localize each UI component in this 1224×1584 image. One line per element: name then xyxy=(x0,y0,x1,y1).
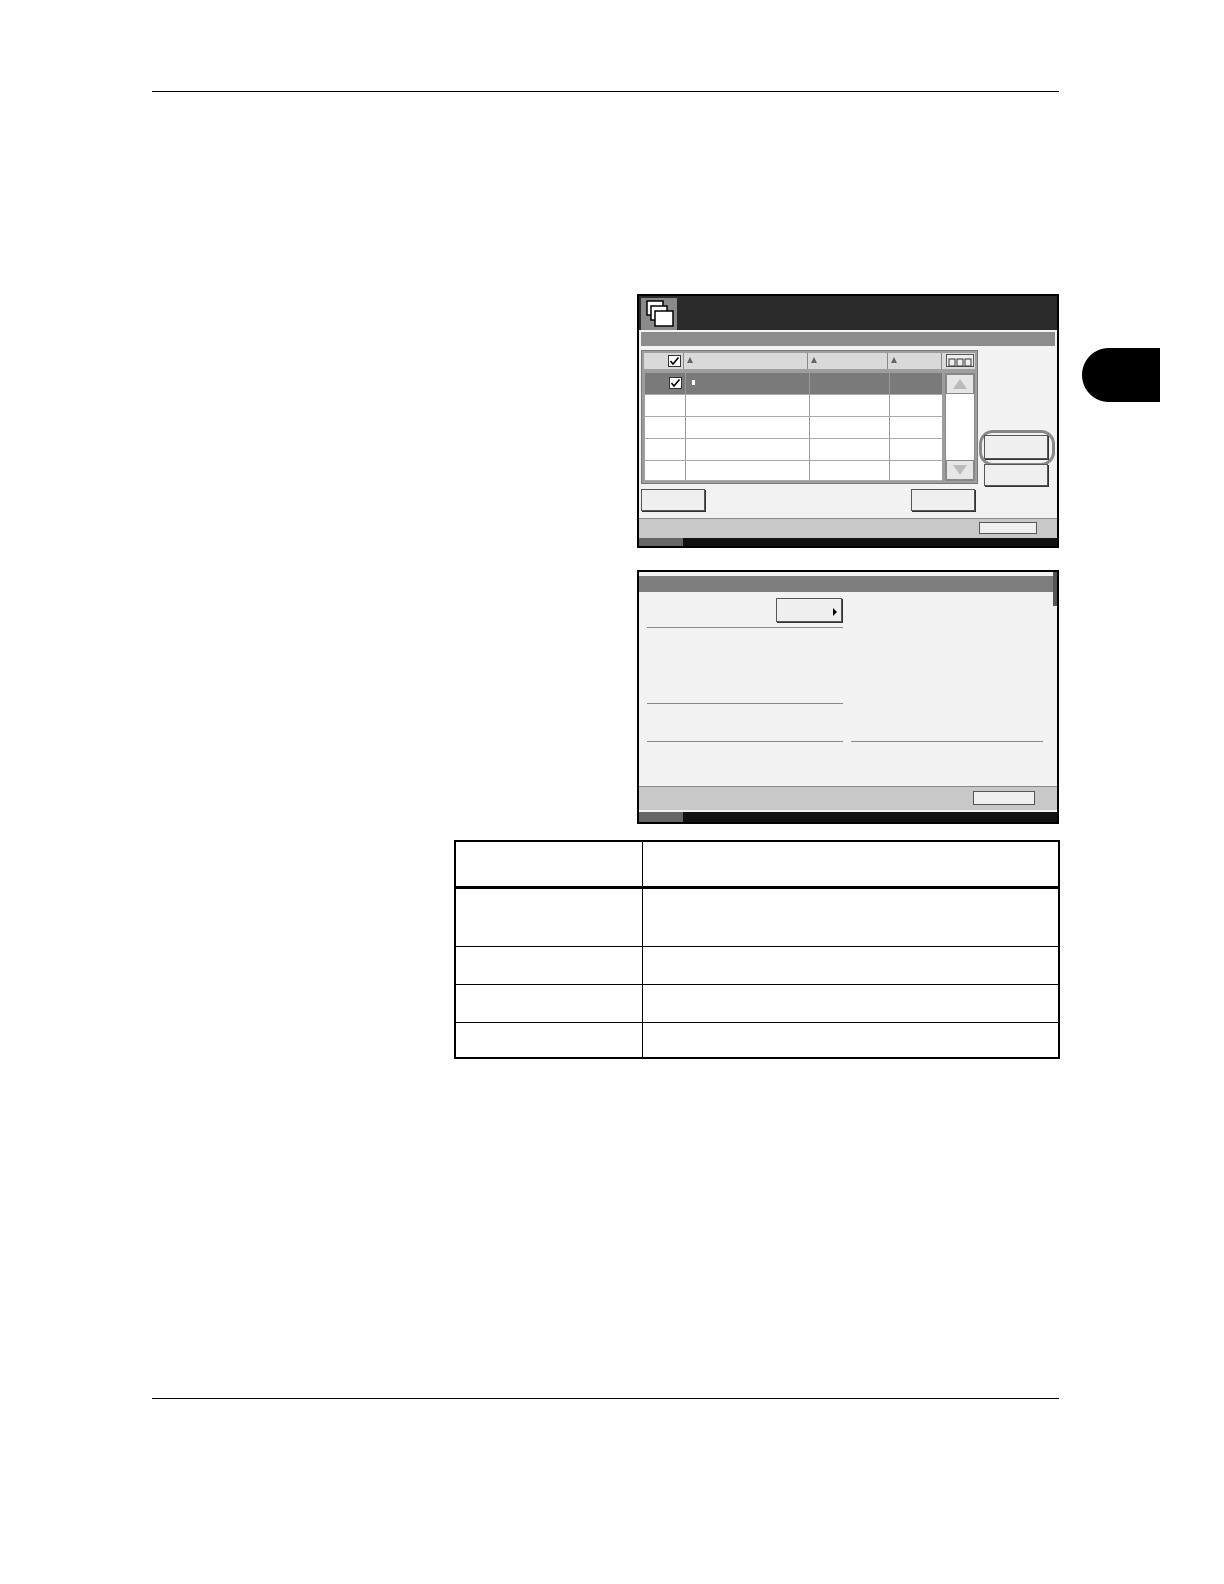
table-row[interactable] xyxy=(645,417,942,439)
sort-arrow-icon xyxy=(811,357,817,363)
list-header xyxy=(644,353,975,369)
detail-screen xyxy=(637,570,1059,824)
status-strip xyxy=(639,518,1057,538)
column-header-2[interactable] xyxy=(808,353,888,369)
bottom-bar xyxy=(639,538,1057,546)
arrow-up-icon xyxy=(953,379,967,389)
detail-dropdown-button[interactable] xyxy=(776,598,842,622)
chevron-right-icon xyxy=(833,608,837,616)
list-scrollbar[interactable] xyxy=(945,373,975,481)
header-rule xyxy=(152,91,1059,92)
file-list xyxy=(641,350,978,484)
table-row[interactable] xyxy=(645,373,942,395)
close-button[interactable] xyxy=(973,791,1035,805)
row-checkbox[interactable] xyxy=(669,377,682,389)
scroll-up-button[interactable] xyxy=(946,374,974,394)
description-table xyxy=(454,840,1060,1059)
document-box-icon xyxy=(641,298,677,330)
detail-divider xyxy=(647,741,843,742)
sort-arrow-icon xyxy=(687,357,693,363)
bottom-accent xyxy=(639,538,683,546)
sub-title-bar xyxy=(641,332,1055,346)
bottom-right-button[interactable] xyxy=(911,489,975,511)
detail-divider xyxy=(851,741,1043,742)
detail-title-bar xyxy=(639,576,1053,592)
detail-divider xyxy=(647,703,843,704)
sort-arrow-icon xyxy=(891,357,897,363)
table-row[interactable] xyxy=(645,461,942,481)
view-toggle-button[interactable] xyxy=(946,354,974,367)
select-all-cell xyxy=(644,353,684,369)
detail-bottom-bar xyxy=(639,812,1057,822)
footer-rule xyxy=(152,1398,1059,1399)
table-row[interactable] xyxy=(645,439,942,461)
detail-status-strip xyxy=(639,786,1057,810)
detail-divider xyxy=(647,627,843,628)
select-all-checkbox[interactable] xyxy=(668,355,681,367)
file-icon xyxy=(692,380,695,385)
scroll-down-button[interactable] xyxy=(946,460,974,480)
list-view-icon xyxy=(948,358,972,367)
column-header-name[interactable] xyxy=(684,353,808,369)
detail-bottom-accent xyxy=(639,812,683,822)
right-top-button[interactable] xyxy=(984,435,1048,459)
column-header-3[interactable] xyxy=(888,353,942,369)
bottom-left-button[interactable] xyxy=(641,489,705,511)
chapter-tab xyxy=(1082,348,1160,402)
right-bottom-button[interactable] xyxy=(984,464,1048,486)
detail-scrollbar[interactable] xyxy=(1053,572,1057,606)
document-box-screen xyxy=(637,294,1059,548)
arrow-down-icon xyxy=(953,465,967,475)
title-bar xyxy=(639,296,1057,330)
status-button[interactable] xyxy=(979,522,1037,534)
table-row[interactable] xyxy=(645,395,942,417)
